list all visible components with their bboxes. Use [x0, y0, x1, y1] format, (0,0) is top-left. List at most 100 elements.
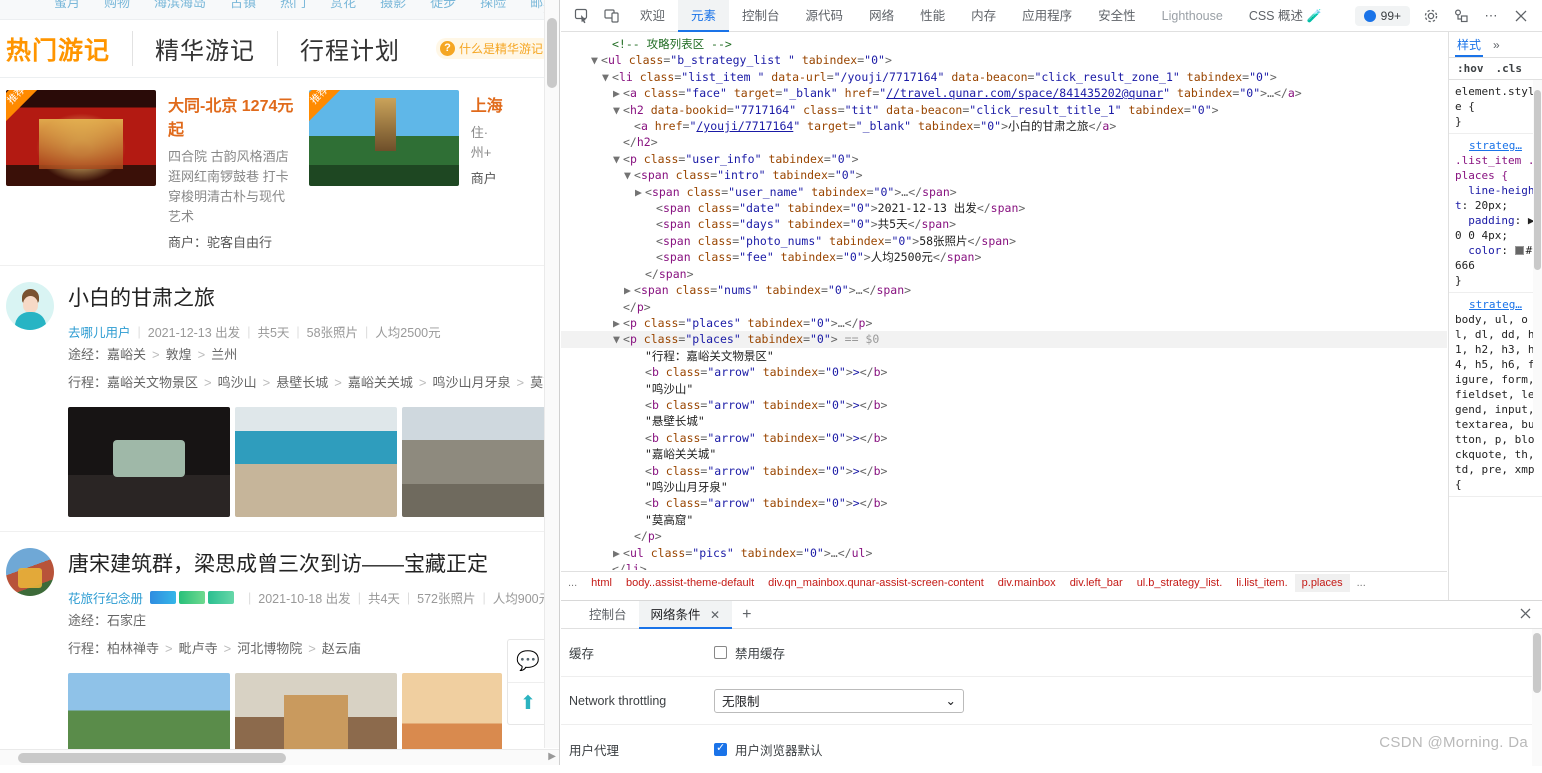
collapse-triangle-icon[interactable]: ▼ [602, 69, 612, 85]
checkbox-icon[interactable] [714, 646, 727, 659]
breadcrumb[interactable]: ... html body..assist-theme-default div.qn_… [561, 571, 1447, 593]
drawer-scrollbar[interactable] [1532, 629, 1542, 766]
plan-place[interactable]: 柏林禅寺 [107, 641, 159, 656]
device-toolbar-icon[interactable] [597, 3, 627, 29]
nav-item[interactable]: 海滨海岛 [154, 0, 206, 11]
gear-icon[interactable] [1416, 3, 1446, 29]
style-prop-value[interactable]: 20px; [1475, 199, 1508, 212]
dom-tree-node[interactable]: ▶ <ul class="pics" tabindex="0">…</ul> [561, 545, 1447, 561]
plan-place[interactable]: 鸣沙山月牙泉 [432, 375, 510, 390]
plus-icon[interactable]: + [732, 606, 761, 624]
breadcrumb-overflow[interactable]: ... [561, 574, 584, 592]
breadcrumb-item[interactable]: li.list_item. [1229, 574, 1294, 592]
promo-thumbnail[interactable]: 推荐 [308, 90, 459, 186]
dom-tree-node[interactable]: ▶ <a class="face" target="_blank" href="/… [561, 85, 1447, 101]
dom-tree-node[interactable]: <span class="days" tabindex="0">共5天</spa… [561, 216, 1447, 232]
drawer-tabs[interactable]: 控制台 网络条件 ✕ + [561, 600, 1542, 629]
dom-tree-node[interactable]: "行程：嘉峪关文物景区" [561, 348, 1447, 364]
dom-tree-node[interactable]: </p> [561, 299, 1447, 315]
close-drawer-icon[interactable] [1519, 607, 1532, 623]
dom-tree-node[interactable]: <b class="arrow" tabindex="0">></b> [561, 397, 1447, 413]
route-place[interactable]: 兰州 [211, 347, 237, 362]
style-prop-name[interactable]: color [1468, 244, 1501, 257]
dom-tree-node[interactable]: ▼ <h2 data-bookid="7717164" class="tit" d… [561, 102, 1447, 118]
more-options-icon[interactable]: ⋯ [1476, 3, 1506, 29]
dom-tree[interactable]: <!-- 攻略列表区 --> ▼ <ul class="b_strategy_lis… [561, 32, 1447, 570]
color-swatch[interactable] [1514, 246, 1524, 255]
style-rule-reset[interactable]: strateg… body, ul, ol, dl, dd, h1, h2, h… [1449, 293, 1542, 497]
hover-state-toggle[interactable]: :hov [1457, 62, 1484, 75]
breadcrumb-item[interactable]: body..assist-theme-default [619, 574, 761, 592]
scrollbar-thumb[interactable] [1534, 90, 1541, 270]
dom-tree-node[interactable]: <a href="/youji/7717164" target="_blank"… [561, 118, 1447, 134]
style-prop-value[interactable]: 0 0 4px; [1455, 229, 1508, 242]
style-source-link[interactable]: strateg… [1455, 297, 1536, 312]
nav-item[interactable]: 蜜月 [54, 0, 80, 11]
breadcrumb-item[interactable]: html [584, 574, 619, 592]
photo-thumbnail[interactable] [235, 407, 397, 517]
styles-scrollbar[interactable] [1533, 80, 1542, 430]
route-place[interactable]: 嘉峪关 [107, 347, 146, 362]
tab-application[interactable]: 应用程序 [1009, 0, 1085, 32]
avatar[interactable] [6, 548, 54, 596]
breadcrumb-item[interactable]: ul.b_strategy_list. [1130, 574, 1230, 592]
scroll-to-top-icon[interactable]: ⬆ [508, 682, 548, 724]
collapse-triangle-icon[interactable]: ▼ [613, 102, 623, 118]
tab-hot-travelogues[interactable]: 热门游记 [6, 31, 132, 67]
tab-console[interactable]: 控制台 [729, 0, 793, 32]
plan-place[interactable]: 悬壁长城 [276, 375, 328, 390]
drawer-tab-network-conditions[interactable]: 网络条件 ✕ [638, 600, 733, 629]
travelogue-list-item[interactable]: 小白的甘肃之旅 去哪儿用户 | 2021-12-13 出发 | 共5天 | 58… [0, 265, 559, 531]
scrollbar-thumb[interactable] [547, 18, 557, 88]
route-place[interactable]: 石家庄 [107, 613, 146, 628]
collapse-triangle-icon[interactable]: ▼ [613, 151, 623, 167]
more-tabs-icon[interactable]: » [1493, 38, 1500, 52]
travelogue-list-item[interactable]: 唐宋建筑群，梁思成曾三次到访——宝藏正定 花旅行纪念册 | 2021-10-18… [0, 531, 559, 765]
styles-toggles[interactable]: :hov .cls [1449, 58, 1542, 80]
breadcrumb-item[interactable]: div.mainbox [991, 574, 1063, 592]
collapse-triangle-icon[interactable]: ▼ [613, 331, 623, 347]
plan-place[interactable]: 赵云庙 [322, 641, 361, 656]
style-selector[interactable]: .list_item .places { [1455, 154, 1534, 182]
promo-title[interactable]: 大同-北京 1274元起 [168, 92, 295, 140]
expand-triangle-icon[interactable]: ▶ [635, 184, 645, 200]
dom-tree-node[interactable]: <b class="arrow" tabindex="0">></b> [561, 495, 1447, 511]
dom-tree-node[interactable]: <span class="fee" tabindex="0">人均2500元</… [561, 249, 1447, 265]
expand-triangle-icon[interactable]: ▶ [613, 85, 623, 101]
promo-thumbnail[interactable]: 推荐 [6, 90, 156, 186]
nav-item[interactable]: 购物 [104, 0, 130, 11]
nav-item[interactable]: 赏花 [330, 0, 356, 11]
styles-tabs[interactable]: 样式 » [1449, 32, 1542, 58]
tab-elements[interactable]: 元素 [678, 0, 730, 32]
dom-tree-node[interactable]: ▶ <p class="places" tabindex="0">…</p> [561, 315, 1447, 331]
dom-tree-node[interactable]: "嘉峪关关城" [561, 446, 1447, 462]
nav-item[interactable]: 热门 [280, 0, 306, 11]
breadcrumb-item[interactable]: p.places [1294, 573, 1350, 592]
style-prop-name[interactable]: padding [1468, 214, 1514, 227]
scroll-right-icon[interactable]: ▶ [548, 751, 556, 762]
what-is-featured-badge[interactable]: ? 什么是精华游记 [436, 38, 553, 59]
tab-featured-travelogues[interactable]: 精华游记 [132, 31, 277, 66]
dom-tree-node[interactable]: <b class="arrow" tabindex="0">></b> [561, 463, 1447, 479]
travelogue-tabs[interactable]: 热门游记 精华游记 行程计划 ? 什么是精华游记 [0, 20, 559, 78]
nav-item[interactable]: 探险 [480, 0, 506, 11]
plan-place[interactable]: 毗卢寺 [179, 641, 218, 656]
tab-security[interactable]: 安全性 [1085, 0, 1149, 32]
close-tab-icon[interactable]: ✕ [710, 608, 720, 622]
dom-tree-node[interactable]: </li> [561, 561, 1447, 570]
dom-tree-node[interactable]: ▼ <span class="intro" tabindex="0"> [561, 167, 1447, 183]
inspect-element-icon[interactable] [567, 3, 597, 29]
plan-place[interactable]: 河北博物院 [237, 641, 302, 656]
travelogue-title[interactable]: 唐宋建筑群，梁思成曾三次到访——宝藏正定 [68, 548, 553, 578]
tab-welcome[interactable]: 欢迎 [627, 0, 678, 32]
drawer-tab-console[interactable]: 控制台 [577, 601, 639, 629]
style-source-link[interactable]: strateg… [1455, 138, 1536, 153]
scrollbar-thumb[interactable] [1533, 633, 1541, 693]
nav-item[interactable]: 徒步 [430, 0, 456, 11]
dom-tree-node[interactable]: ▼ <ul class="b_strategy_list " tabindex="… [561, 52, 1447, 68]
dom-tree-node[interactable]: ▶ <span class="nums" tabindex="0">…</span… [561, 282, 1447, 298]
author-name[interactable]: 去哪儿用户 [68, 322, 131, 341]
photo-thumbnail[interactable] [402, 407, 559, 517]
customize-devtools-icon[interactable] [1446, 3, 1476, 29]
checkbox-icon[interactable] [714, 741, 727, 756]
